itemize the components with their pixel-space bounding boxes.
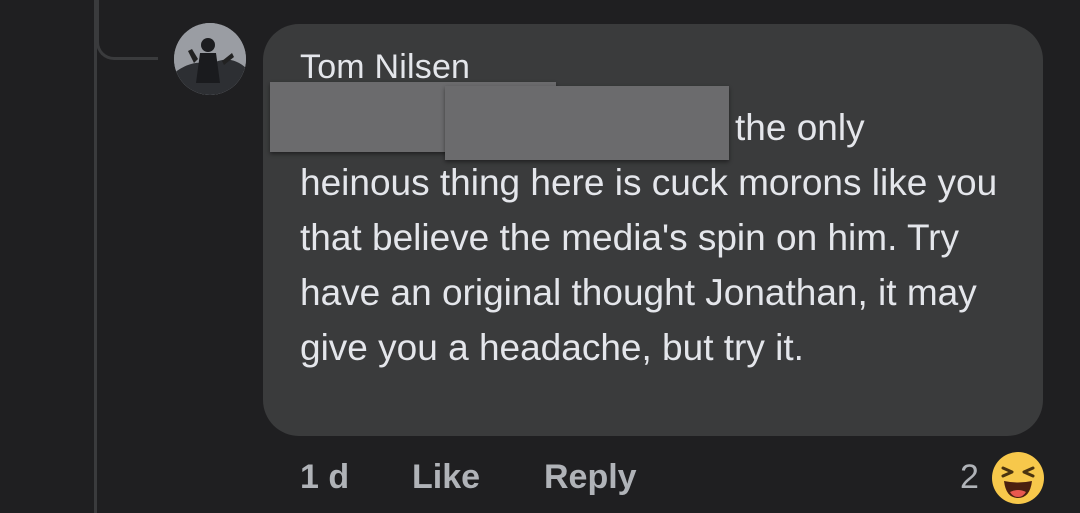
reply-connector xyxy=(96,0,158,60)
reply-button[interactable]: Reply xyxy=(544,458,637,497)
comment-text-body: heinous thing here is cuck morons like y… xyxy=(300,162,998,368)
avatar[interactable] xyxy=(174,23,246,95)
like-button[interactable]: Like xyxy=(412,458,480,497)
thread-line xyxy=(94,0,97,513)
avatar-image xyxy=(174,23,246,95)
reaction-count[interactable]: 2 xyxy=(960,458,979,497)
redaction-box xyxy=(445,86,729,160)
laughing-face-icon[interactable] xyxy=(990,450,1046,506)
comment-age: 1 d xyxy=(300,458,350,496)
